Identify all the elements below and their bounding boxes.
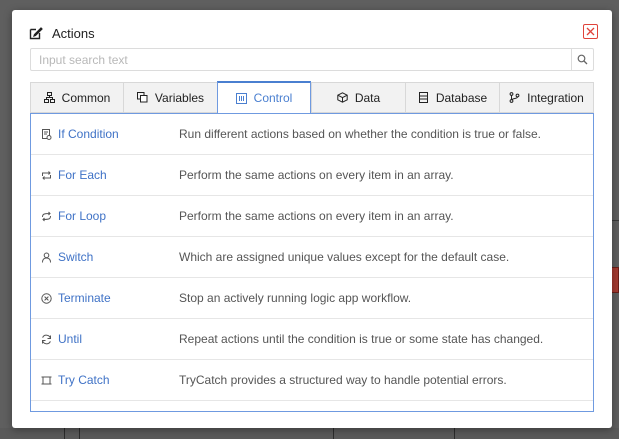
list-item-name: Terminate [31, 291, 179, 305]
search-icon [577, 54, 588, 65]
background-tick [79, 428, 80, 439]
tab-integration[interactable]: Integration [499, 82, 594, 113]
copy-icon [136, 92, 148, 103]
condition-icon [42, 128, 52, 140]
list-item-label: If Condition [58, 127, 119, 141]
list-item-label: Until [58, 332, 83, 346]
list-item-label: Try Catch [58, 373, 110, 387]
background-tick [333, 428, 334, 439]
frame-icon [41, 376, 52, 384]
list-item-name: Until [31, 332, 179, 346]
list-item-description: Repeat actions until the condition is tr… [179, 332, 544, 346]
tab-variables[interactable]: Variables [123, 82, 217, 113]
close-icon [586, 27, 595, 36]
control-icon [235, 92, 247, 104]
edit-icon [29, 27, 43, 40]
list-item-description: Stop an actively running logic app workf… [179, 291, 412, 305]
tab-common[interactable]: Common [30, 82, 123, 113]
list-item-for-each[interactable]: For Each Perform the same actions on eve… [31, 155, 593, 196]
category-tabs: Common Variables Control Data Database I… [30, 81, 594, 113]
tab-label: Variables [154, 90, 205, 105]
search-button[interactable] [571, 49, 593, 70]
list-item-label: For Each [58, 168, 107, 182]
loop-icon [42, 170, 51, 180]
background-node [611, 267, 619, 293]
background-canvas-edge [0, 428, 619, 439]
close-button[interactable] [583, 24, 598, 39]
list-item-for-loop[interactable]: For Loop Perform the same actions on eve… [31, 196, 593, 237]
person-icon [42, 252, 51, 263]
tab-label: Common [61, 90, 111, 105]
actions-list: If Condition Run different actions based… [30, 113, 594, 412]
search-box [30, 48, 594, 71]
list-item-switch[interactable]: Switch Which are assigned unique values … [31, 237, 593, 278]
hierarchy-icon [43, 92, 55, 103]
dialog-title: Actions [52, 25, 95, 41]
search-input[interactable] [31, 49, 571, 70]
tab-database[interactable]: Database [405, 82, 499, 113]
tab-label: Data [354, 90, 381, 105]
background-tick [64, 428, 65, 439]
list-item-description: TryCatch provides a structured way to ha… [179, 373, 507, 387]
dialog-header: Actions [29, 25, 95, 41]
actions-dialog: Actions Common [12, 10, 612, 428]
list-item-description: Which are assigned unique values except … [179, 250, 510, 264]
list-item-label: Terminate [58, 291, 111, 305]
list-item-name: Switch [31, 250, 179, 264]
list-item-terminate[interactable]: Terminate Stop an actively running logic… [31, 278, 593, 319]
list-item-description: Perform the same actions on every item i… [179, 168, 454, 182]
list-item-until[interactable]: Until Repeat actions until the condition… [31, 319, 593, 360]
list-item-if-condition[interactable]: If Condition Run different actions based… [31, 114, 593, 155]
list-item-description: Perform the same actions on every item i… [179, 209, 454, 223]
list-item-description: Run different actions based on whether t… [179, 127, 541, 141]
list-item-name: For Loop [31, 209, 179, 223]
tab-label: Database [435, 90, 488, 105]
list-item-label: For Loop [58, 209, 107, 223]
list-item-try-catch[interactable]: Try Catch TryCatch provides a structured… [31, 360, 593, 401]
stop-circle-icon [41, 292, 52, 304]
list-item-name: For Each [31, 168, 179, 182]
database-icon [418, 92, 428, 103]
background-tick [454, 428, 455, 439]
refresh-icon [42, 334, 51, 344]
tab-label: Control [253, 91, 293, 105]
list-item-name: Try Catch [31, 373, 179, 387]
repeat-icon [42, 211, 51, 221]
branch-icon [509, 92, 520, 103]
list-item-name: If Condition [31, 127, 179, 141]
list-item-label: Switch [58, 250, 94, 264]
tab-label: Integration [527, 90, 584, 105]
tab-control[interactable]: Control [217, 81, 311, 113]
tab-data[interactable]: Data [311, 82, 405, 113]
cube-icon [337, 92, 348, 103]
